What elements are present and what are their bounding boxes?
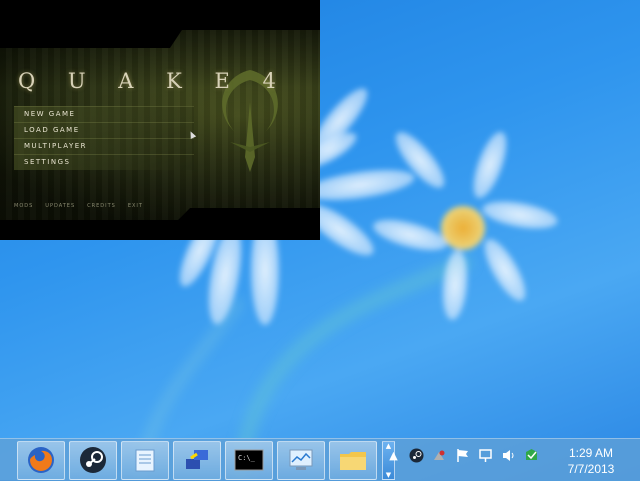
volume-icon[interactable]	[501, 448, 516, 463]
command-prompt-icon: C:\_	[234, 449, 264, 471]
app-tray-icon[interactable]	[432, 448, 447, 463]
svg-text:C:\_: C:\_	[238, 454, 256, 462]
steam-tray-icon[interactable]	[409, 448, 424, 463]
game-footer-links: MODS UPDATES CREDITS EXIT	[14, 203, 143, 209]
menu-settings[interactable]: SETTINGS	[14, 154, 194, 170]
footer-credits[interactable]: CREDITS	[87, 203, 116, 209]
taskbar-command-prompt[interactable]: C:\_	[225, 440, 273, 480]
network-setup-icon	[186, 450, 208, 469]
footer-exit[interactable]: EXIT	[128, 203, 143, 209]
quake4-game-window[interactable]: Q U A K E 4 NEW GAME LOAD GAME MULTIPLAY…	[0, 0, 320, 240]
taskbar-notepad[interactable]	[121, 440, 169, 480]
firefox-icon	[28, 447, 54, 473]
security-icon[interactable]	[524, 448, 539, 463]
show-hidden-icons-chevron-icon[interactable]: ▲	[386, 448, 401, 463]
taskbar-resource-monitor[interactable]	[277, 440, 325, 480]
steam-icon	[80, 447, 106, 473]
footer-updates[interactable]: UPDATES	[45, 203, 75, 209]
taskbar-network-setup[interactable]	[173, 440, 221, 480]
notepad-icon	[135, 449, 155, 472]
clock-date: 7/7/2013	[567, 462, 615, 476]
scroll-down-icon[interactable]: ▼	[386, 471, 391, 479]
system-tray: ▲	[386, 448, 539, 463]
menu-load-game[interactable]: LOAD GAME	[14, 122, 194, 138]
taskbar: C:\_ ▲ ▼	[0, 438, 640, 481]
game-title: Q U A K E 4	[18, 69, 289, 93]
file-explorer-icon	[340, 452, 366, 470]
action-center-flag-icon[interactable]	[455, 448, 470, 463]
taskbar-steam[interactable]	[69, 440, 117, 480]
footer-mods[interactable]: MODS	[14, 203, 33, 209]
resource-monitor-icon	[289, 449, 313, 470]
taskbar-clock[interactable]: 1:29 AM 7/7/2013	[556, 445, 626, 477]
menu-new-game[interactable]: NEW GAME	[14, 106, 194, 122]
menu-multiplayer[interactable]: MULTIPLAYER	[14, 138, 194, 154]
main-menu: NEW GAME LOAD GAME MULTIPLAYER SETTINGS	[14, 106, 194, 170]
taskbar-firefox[interactable]	[17, 440, 65, 480]
network-icon[interactable]	[478, 448, 493, 463]
taskbar-file-explorer[interactable]	[329, 440, 377, 480]
clock-time: 1:29 AM	[568, 446, 614, 460]
